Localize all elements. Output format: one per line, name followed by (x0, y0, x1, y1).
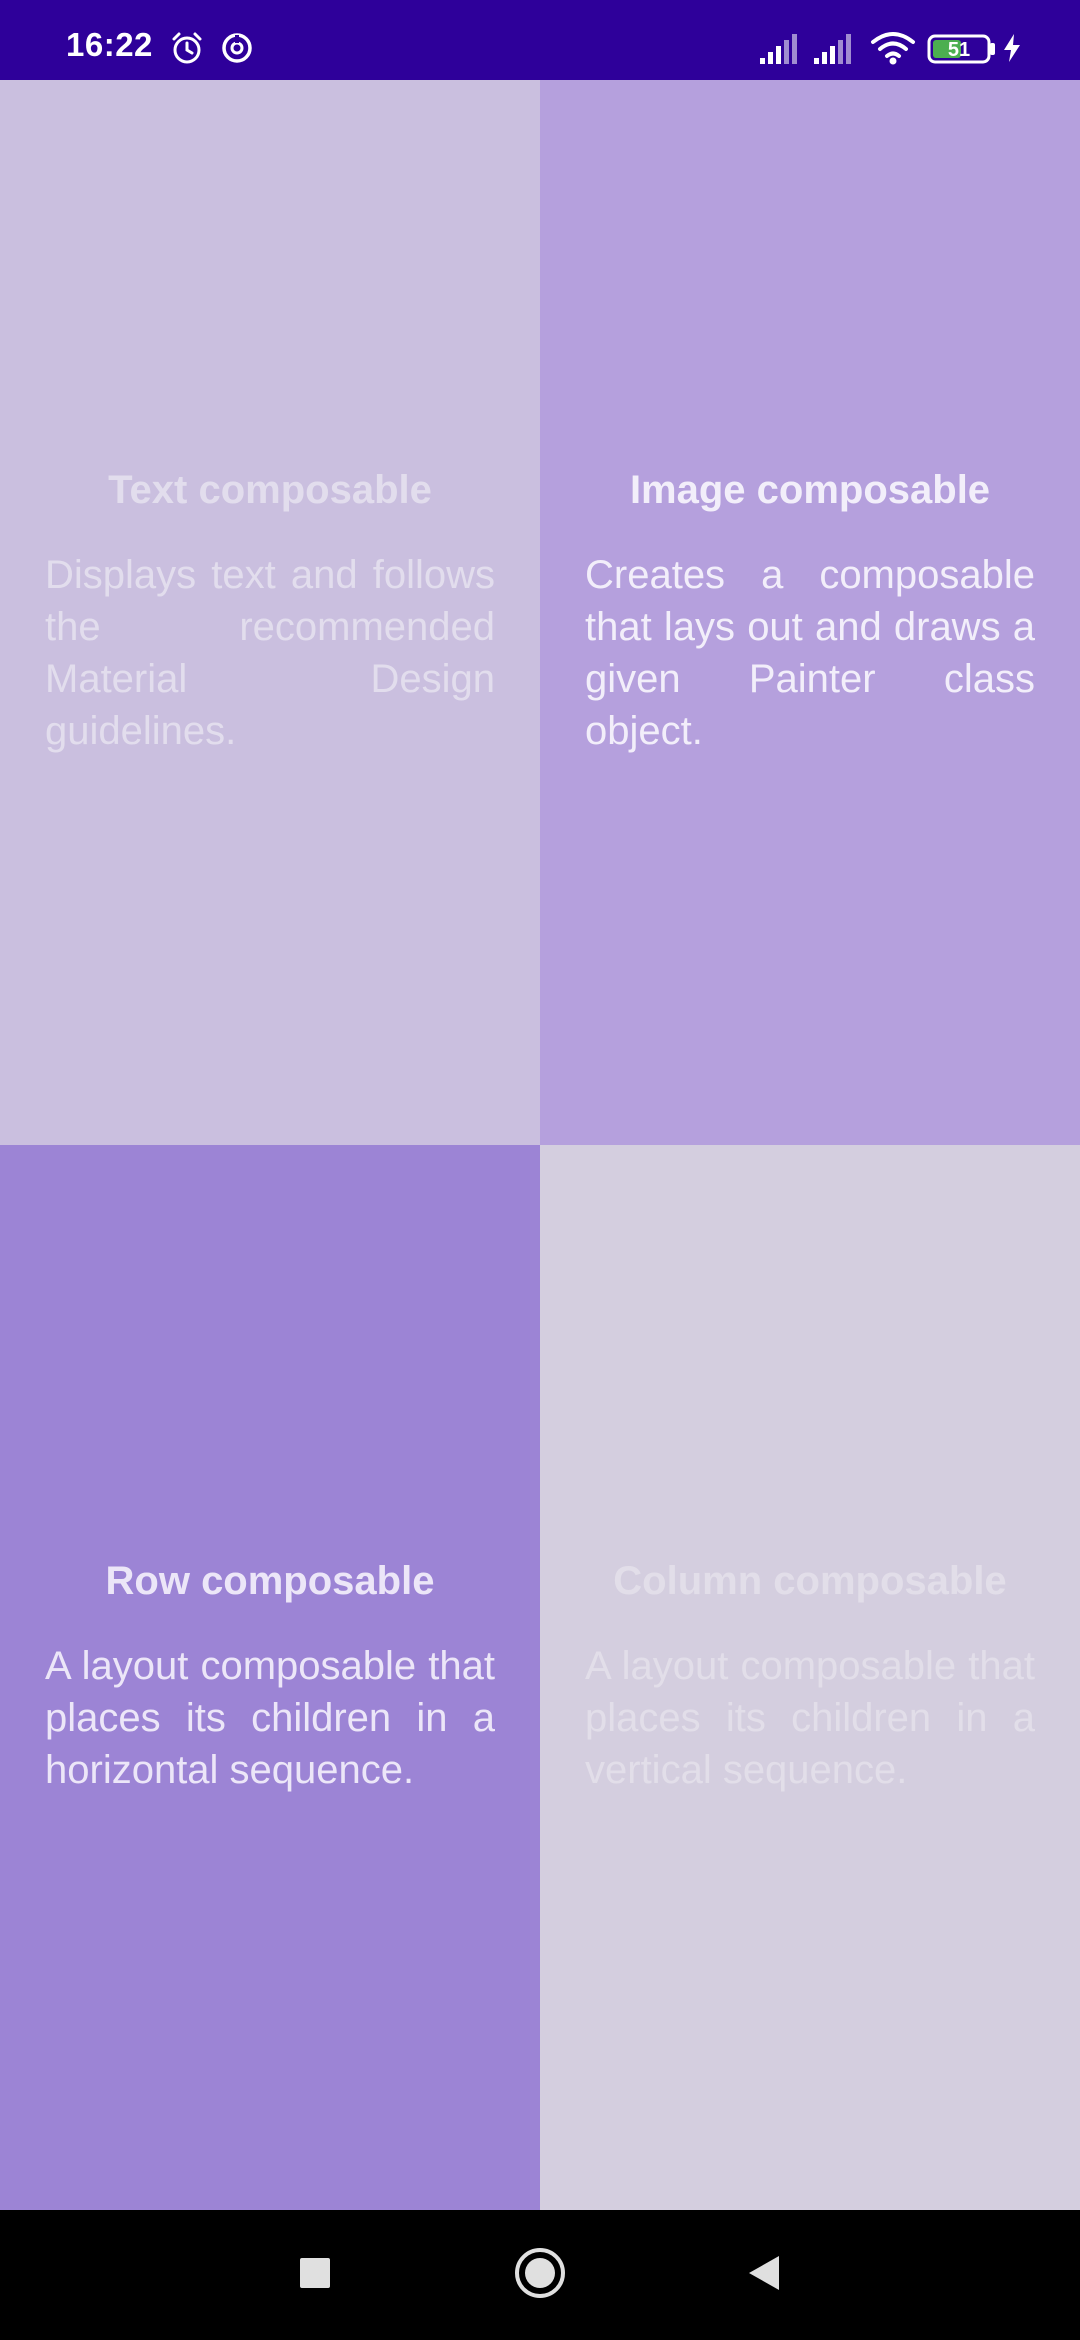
navigation-bar (0, 2210, 1080, 2340)
text-composable-card: Text composable Displays text and follow… (0, 80, 540, 1145)
card-title: Column composable (613, 1559, 1007, 1603)
battery-icon: 51 (926, 30, 998, 66)
card-description: A layout composable that places its chil… (45, 1644, 495, 1792)
wifi-icon (870, 30, 916, 66)
row-composable-card: Row composable A layout composable that … (0, 1145, 540, 2210)
status-time: 16:22 (66, 26, 153, 63)
home-circle-icon (513, 2246, 567, 2305)
signal-sim1-icon (758, 30, 802, 66)
image-composable-card: Image composable Creates a composable th… (540, 80, 1080, 1145)
card-description: Creates a composable that lays out and d… (585, 553, 1035, 753)
battery-level: 51 (948, 39, 970, 61)
card-description: Displays text and follows the recommende… (45, 553, 495, 753)
card-title: Image composable (629, 468, 991, 512)
app-screen: 16:22 51 Text composable Displays text a… (0, 0, 1080, 2340)
data-saver-icon (220, 31, 254, 65)
charging-icon (1000, 30, 1024, 66)
back-button[interactable] (734, 2245, 794, 2305)
column-composable-card: Column composable A layout composable th… (540, 1145, 1080, 2210)
card-title: Row composable (105, 1559, 435, 1603)
signal-sim2-icon (812, 30, 856, 66)
card-title: Text composable (108, 468, 432, 512)
card-description: A layout composable that places its chil… (585, 1644, 1035, 1792)
recents-button[interactable] (285, 2245, 345, 2305)
status-bar: 16:22 51 (0, 0, 1080, 80)
alarm-icon (170, 31, 204, 65)
home-button[interactable] (510, 2245, 570, 2305)
composable-grid: Text composable Displays text and follow… (0, 80, 1080, 2210)
recents-square-icon (298, 2256, 332, 2295)
back-triangle-icon (746, 2253, 782, 2298)
